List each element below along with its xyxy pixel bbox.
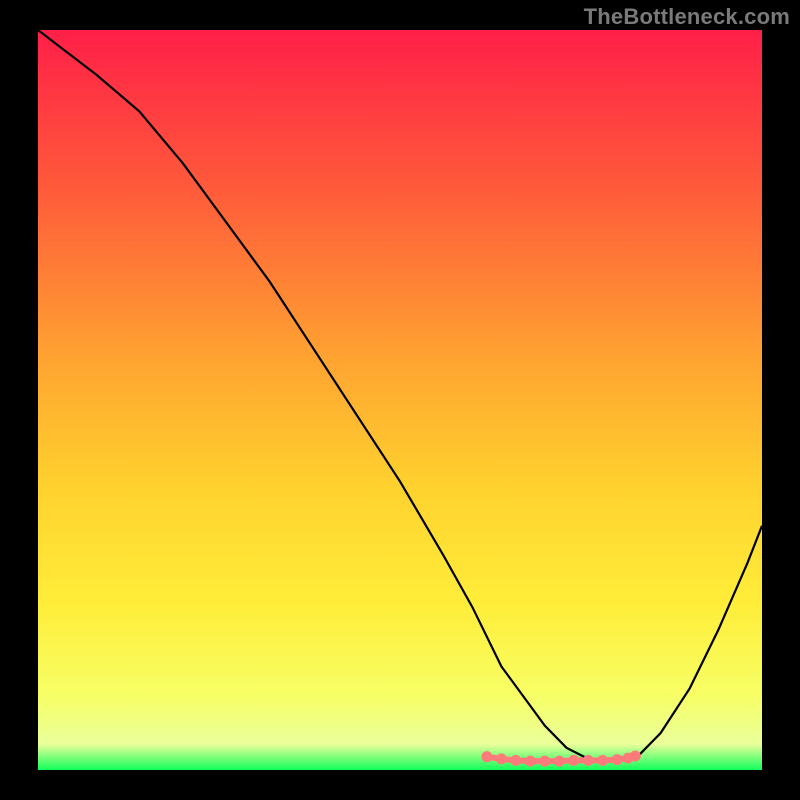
chart-root: TheBottleneck.com bbox=[0, 0, 800, 800]
plot-background bbox=[38, 30, 762, 770]
highlight-dot bbox=[630, 750, 641, 761]
watermark-text: TheBottleneck.com bbox=[584, 4, 790, 30]
bottleneck-chart bbox=[0, 0, 800, 800]
